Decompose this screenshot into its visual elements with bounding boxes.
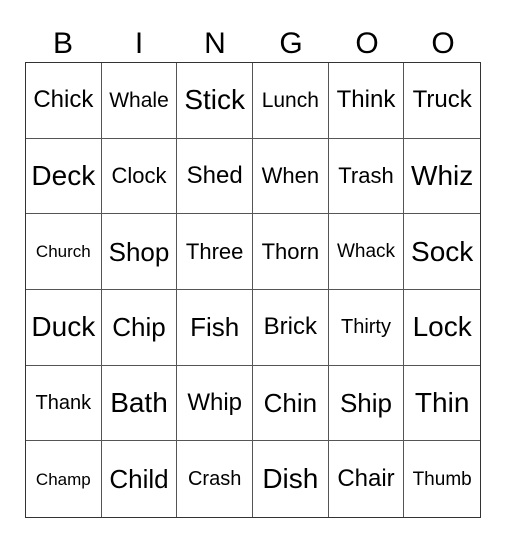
bingo-cell[interactable]: Brick	[252, 289, 329, 366]
bingo-cell[interactable]: Whip	[177, 365, 253, 442]
bingo-cell[interactable]: Lock	[404, 290, 480, 366]
bingo-cell[interactable]: Shop	[101, 214, 178, 290]
bingo-cell[interactable]: Thirty	[328, 289, 405, 366]
bingo-cell[interactable]: Whiz	[404, 139, 480, 215]
bingo-cell[interactable]: Stick	[177, 63, 253, 139]
bingo-cell[interactable]: Chair	[329, 441, 405, 517]
bingo-cell[interactable]: Duck	[26, 289, 102, 366]
bingo-cell[interactable]: Truck	[404, 63, 480, 139]
header-letter: O	[355, 27, 379, 60]
bingo-cell[interactable]: Child	[102, 441, 178, 517]
bingo-cell[interactable]: Church	[26, 214, 102, 290]
bingo-cell[interactable]: Bath	[101, 365, 178, 442]
bingo-cell[interactable]: Thin	[404, 366, 480, 442]
header-letter: N	[204, 27, 226, 60]
bingo-cell[interactable]: Thank	[26, 365, 102, 442]
header-letter: G	[279, 27, 303, 60]
bingo-cell[interactable]: Thumb	[404, 441, 480, 517]
bingo-cell[interactable]: Deck	[26, 138, 102, 215]
bingo-cell[interactable]: Three	[177, 214, 253, 290]
bingo-cell[interactable]: Thorn	[252, 214, 329, 290]
bingo-cell[interactable]: Think	[328, 63, 405, 139]
bingo-cell[interactable]: Chick	[26, 63, 102, 139]
bingo-cell[interactable]: Lunch	[252, 63, 329, 139]
bingo-cell[interactable]: Clock	[101, 138, 178, 215]
bingo-cell[interactable]: Shed	[177, 138, 253, 215]
bingo-grid: Chick Whale Stick Lunch Think Truck Deck…	[25, 62, 481, 518]
bingo-cell[interactable]: Fish	[177, 289, 253, 366]
bingo-cell[interactable]: Sock	[404, 214, 480, 290]
bingo-cell[interactable]: Dish	[253, 441, 329, 517]
header-letter: B	[52, 27, 73, 60]
bingo-cell[interactable]: Chin	[252, 365, 329, 442]
header-letter: I	[134, 27, 144, 60]
bingo-cell[interactable]: Whale	[101, 63, 178, 139]
bingo-cell[interactable]: Chip	[101, 289, 178, 366]
bingo-cell[interactable]: Whack	[328, 214, 405, 290]
header-letter: O	[431, 27, 455, 60]
bingo-cell[interactable]: Trash	[328, 138, 405, 215]
bingo-cell[interactable]: Crash	[177, 441, 253, 517]
bingo-cell[interactable]: Champ	[26, 441, 102, 517]
bingo-header: B I N G O O	[25, 26, 481, 62]
bingo-cell[interactable]: When	[252, 138, 329, 215]
bingo-cell[interactable]: Ship	[328, 365, 405, 442]
